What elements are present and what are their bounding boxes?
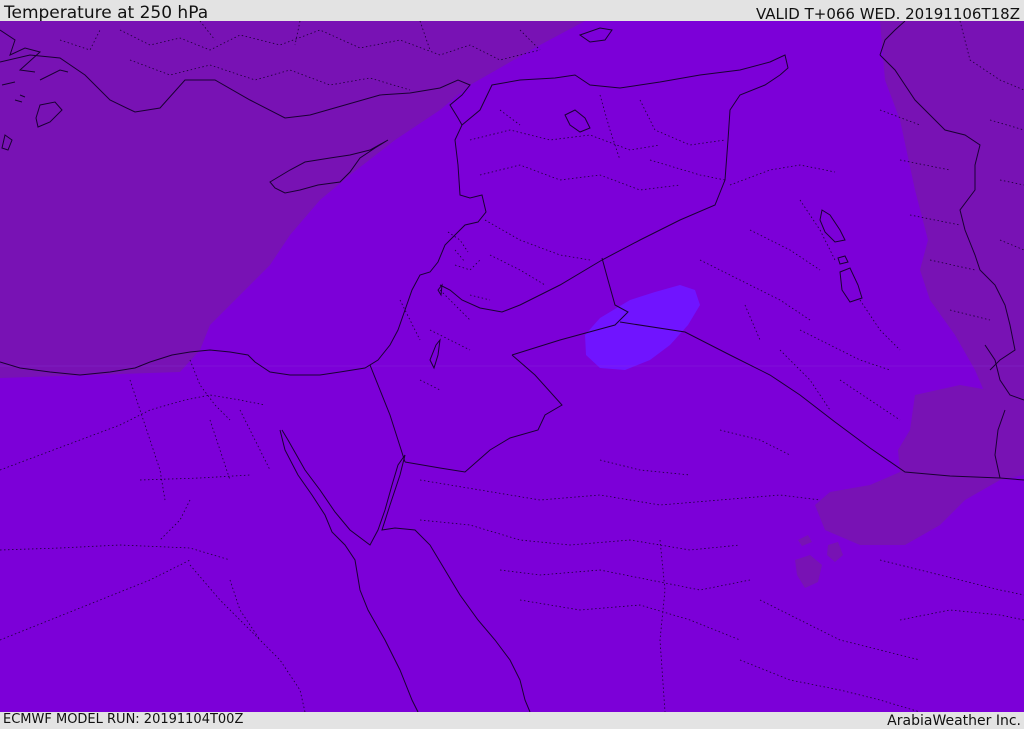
temperature-map — [0, 21, 1024, 712]
map-title: Temperature at 250 hPa — [4, 3, 209, 23]
model-run-label: ECMWF MODEL RUN: 20191104T00Z — [3, 712, 244, 727]
map-header: Temperature at 250 hPa VALID T+066 WED. … — [0, 0, 1024, 23]
map-footer: ECMWF MODEL RUN: 20191104T00Z ArabiaWeat… — [0, 712, 1024, 729]
credit-label: ArabiaWeather Inc. — [887, 713, 1021, 729]
